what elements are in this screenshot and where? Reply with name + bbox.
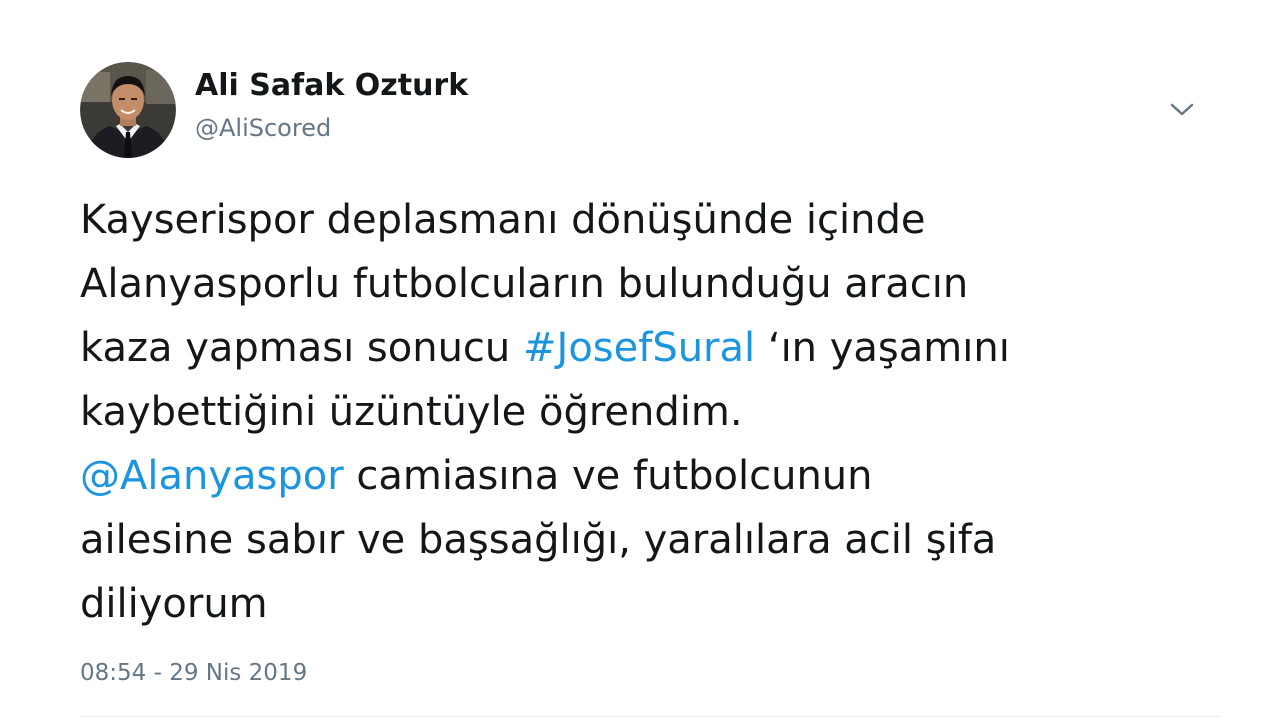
tweet-line: Alanyasporlu futbolcuların bulunduğu ara… [80,252,1220,316]
tweet-menu-button[interactable] [1164,92,1200,128]
tweet-text: Kayserispor deplasmanı dönüşünde içinde … [80,188,1220,636]
chevron-down-icon [1170,103,1194,116]
author-name[interactable]: Ali Safak Ozturk [195,68,468,103]
tweet-line: kaza yapması sonucu #JosefSural ‘ın yaşa… [80,316,1220,380]
profile-photo-icon [80,62,176,158]
hashtag-link[interactable]: #JosefSural [523,325,755,371]
tweet-text-segment: camiasına ve futbolcunun [343,453,873,499]
tweet-text-segment: Kayserispor deplasmanı dönüşünde içinde [80,197,926,243]
tweet-timestamp[interactable]: 08:54 - 29 Nis 2019 [80,660,307,686]
author-handle[interactable]: @AliScored [195,114,331,142]
tweet-line: kaybettiğini üzüntüyle öğrendim. [80,380,1220,444]
tweet-text-segment: diliyorum [80,581,268,627]
tweet-line: @Alanyaspor camiasına ve futbolcunun [80,444,1220,508]
tweet-text-segment: kaza yapması sonucu [80,325,523,371]
tweet-text-segment: ‘ın yaşamını [755,325,1010,371]
tweet-text-segment: kaybettiğini üzüntüyle öğrendim. [80,389,743,435]
mention-link[interactable]: @Alanyaspor [80,453,344,499]
avatar[interactable] [80,62,176,158]
tweet-text-segment: ailesine sabır ve başsağlığı, yaralılara… [80,517,997,563]
tweet-card: Ali Safak Ozturk @AliScored Kayserispor … [0,0,1280,720]
tweet-line: ailesine sabır ve başsağlığı, yaralılara… [80,508,1220,572]
tweet-line: Kayserispor deplasmanı dönüşünde içinde [80,188,1220,252]
divider [80,716,1220,717]
tweet-text-segment: Alanyasporlu futbolcuların bulunduğu ara… [80,261,969,307]
tweet-line: diliyorum [80,572,1220,636]
